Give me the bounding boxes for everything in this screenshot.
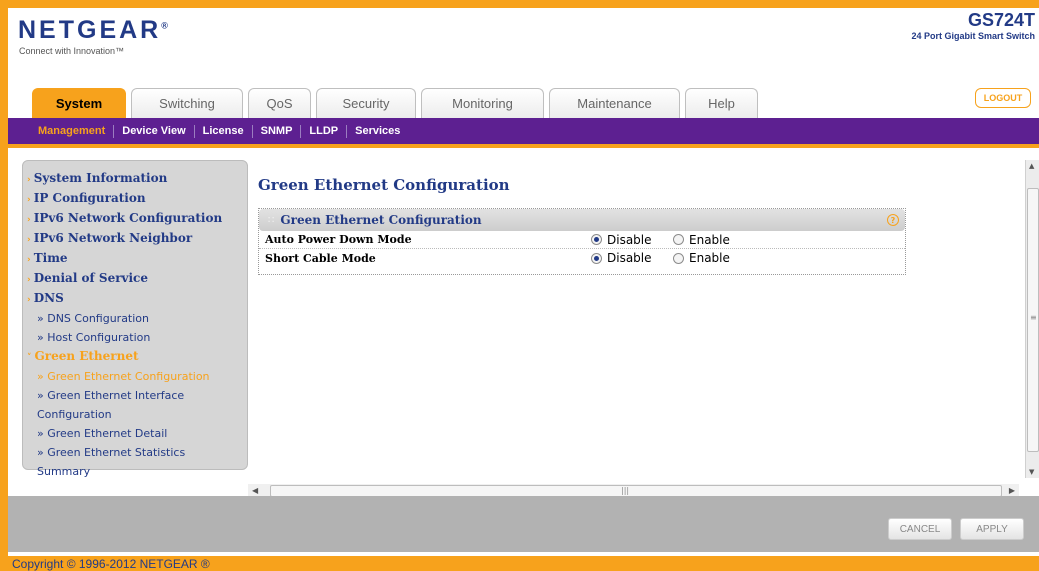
subnav-device-view[interactable]: Device View (114, 124, 195, 138)
app-window: NETGEAR® Connect with Innovation™ GS724T… (8, 8, 1039, 556)
sidebar-subitem-dns-configuration[interactable]: » DNS Configuration (27, 309, 247, 328)
help-icon[interactable]: ? (887, 214, 899, 226)
apply-button[interactable]: APPLY (960, 518, 1024, 540)
subnav-management[interactable]: Management (30, 124, 115, 138)
page-frame: NETGEAR® Connect with Innovation™ GS724T… (0, 0, 1039, 571)
arrow-right-icon: › (27, 255, 31, 265)
chevron-down-icon: ˅ (27, 353, 32, 363)
short-cable-label: Short Cable Mode (265, 251, 376, 265)
sidebar-subitem-host-configuration[interactable]: » Host Configuration (27, 328, 247, 347)
logout-button[interactable]: LOGOUT (975, 88, 1031, 108)
panel-title: Green Ethernet Configuration (280, 213, 482, 227)
arrow-right-icon: › (27, 175, 31, 185)
sidebar-item-ip-configuration[interactable]: › IP Configuration (27, 189, 247, 209)
short-cable-row: Short Cable Mode Disable Enable (259, 249, 905, 267)
tab-help[interactable]: Help (685, 88, 758, 118)
vertical-scroll-thumb[interactable]: ≡ (1027, 188, 1039, 452)
subnav-lldp[interactable]: LLDP (301, 124, 348, 138)
tab-qos[interactable]: QoS (248, 88, 311, 118)
radio-unselected-icon (673, 234, 684, 245)
copyright-footer: Copyright © 1996-2012 NETGEAR ® (12, 557, 210, 571)
sidebar-item-ipv6-network-configuration[interactable]: › IPv6 Network Configuration (27, 209, 247, 229)
auto-power-down-enable-radio[interactable]: Enable (673, 233, 730, 247)
action-bar: CANCEL APPLY (8, 496, 1039, 552)
scroll-up-icon[interactable]: ▲ (1029, 162, 1034, 170)
header: NETGEAR® Connect with Innovation™ GS724T… (8, 8, 1039, 80)
radio-selected-icon (591, 252, 602, 264)
auto-power-down-row: Auto Power Down Mode Disable Enable (259, 231, 905, 249)
auto-power-down-label: Auto Power Down Mode (265, 233, 412, 246)
subnav-license[interactable]: License (195, 124, 253, 138)
grip-icon: ≡ (1030, 313, 1037, 322)
model-name: GS724T (967, 10, 1035, 30)
tab-security[interactable]: Security (316, 88, 416, 118)
sidebar-item-system-information[interactable]: › System Information (27, 169, 247, 189)
short-cable-enable-radio[interactable]: Enable (673, 251, 730, 265)
auto-power-down-disable-radio[interactable]: Disable (591, 233, 652, 247)
arrow-right-icon: › (27, 275, 31, 285)
grip-icon: ||| (621, 486, 630, 495)
cancel-button[interactable]: CANCEL (888, 518, 952, 540)
arrow-right-icon: › (27, 295, 31, 305)
sidebar-subitem-green-ethernet-detail[interactable]: » Green Ethernet Detail (27, 424, 247, 443)
sidebar-subitem-green-ethernet-interface-configuration[interactable]: » Green Ethernet Interface Configuration (27, 386, 247, 424)
sidebar-item-dns[interactable]: › DNS (27, 289, 247, 309)
arrow-right-icon: › (27, 235, 31, 245)
vertical-scrollbar[interactable]: ▲ ≡ ▼ (1025, 160, 1039, 478)
content-area: › System Information › IP Configuration › I… (8, 144, 1039, 498)
sidebar-item-ipv6-network-neighbor[interactable]: › IPv6 Network Neighbor (27, 229, 247, 249)
scroll-down-icon[interactable]: ▼ (1029, 468, 1034, 476)
page-title: Green Ethernet Configuration (258, 176, 510, 194)
panel-header: ∷ Green Ethernet Configuration ? (259, 209, 905, 231)
sidebar-item-denial-of-service[interactable]: › Denial of Service (27, 269, 247, 289)
tab-switching[interactable]: Switching (131, 88, 243, 118)
config-panel: ∷ Green Ethernet Configuration ? Auto Po… (258, 208, 906, 275)
short-cable-disable-radio[interactable]: Disable (591, 251, 652, 265)
radio-unselected-icon (673, 252, 684, 264)
scroll-left-icon[interactable]: ◀ (252, 486, 258, 495)
grip-icon: ∷ (268, 214, 275, 226)
model-description: 24 Port Gigabit Smart Switch (911, 31, 1035, 41)
netgear-logo: NETGEAR® (18, 16, 168, 44)
radio-selected-icon (591, 234, 602, 245)
arrow-right-icon: › (27, 195, 31, 205)
scroll-right-icon[interactable]: ▶ (1009, 486, 1015, 495)
sidebar-subitem-green-ethernet-statistics-summary[interactable]: » Green Ethernet Statistics Summary (27, 443, 247, 481)
sub-navigation: Management Device View License SNMP LLDP… (8, 118, 1039, 144)
sidebar-item-green-ethernet[interactable]: ˅ Green Ethernet (27, 347, 247, 367)
tab-monitoring[interactable]: Monitoring (421, 88, 544, 118)
subnav-services[interactable]: Services (347, 125, 408, 138)
sidebar-item-time[interactable]: › Time (27, 249, 247, 269)
subnav-snmp[interactable]: SNMP (253, 124, 302, 138)
tab-maintenance[interactable]: Maintenance (549, 88, 680, 118)
sidebar: › System Information › IP Configuration › I… (22, 160, 248, 478)
sidebar-subitem-green-ethernet-configuration[interactable]: » Green Ethernet Configuration (27, 367, 247, 386)
tab-system[interactable]: System (32, 88, 126, 118)
tagline: Connect with Innovation™ (19, 46, 125, 56)
arrow-right-icon: › (27, 215, 31, 225)
main-tabs: System Switching QoS Security Monitoring… (32, 88, 758, 118)
